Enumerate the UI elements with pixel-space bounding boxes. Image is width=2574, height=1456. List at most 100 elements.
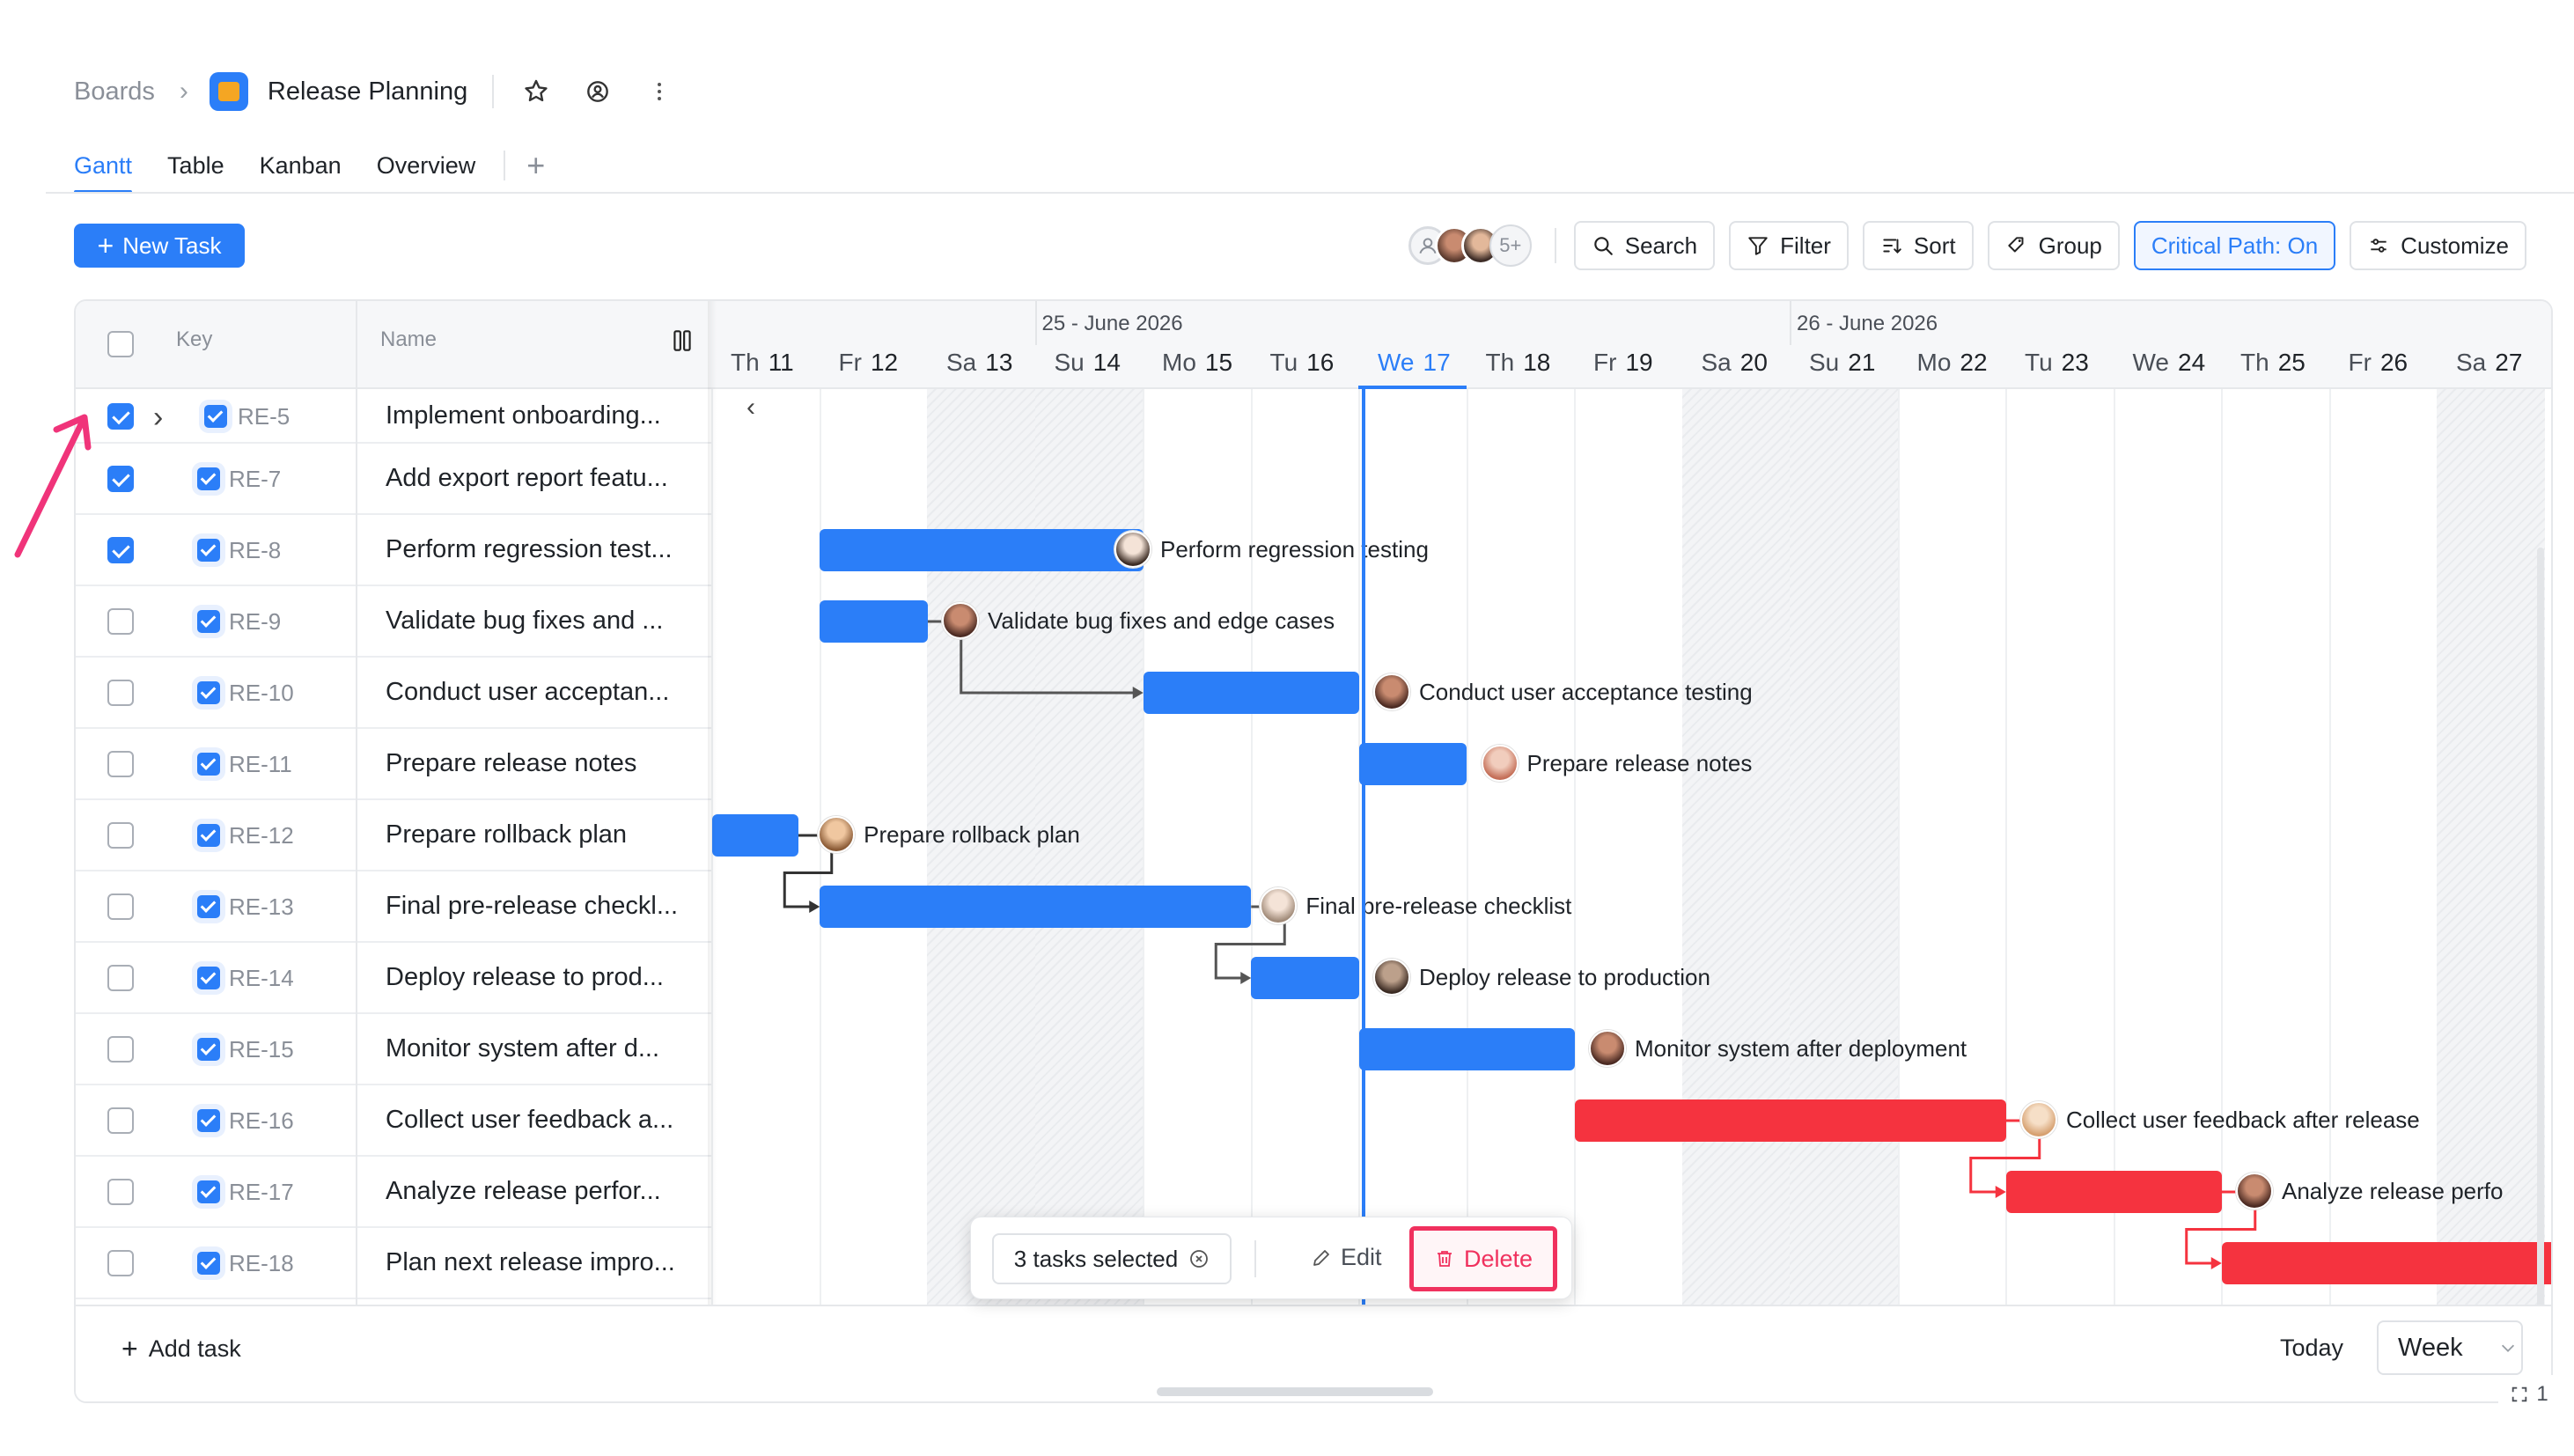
table-row[interactable]: RE-17 Analyze release perfor... bbox=[76, 1157, 711, 1228]
row-checkbox[interactable] bbox=[107, 751, 134, 777]
add-view-icon[interactable]: + bbox=[526, 150, 545, 181]
table-row[interactable]: RE-13 Final pre-release checkl... bbox=[76, 871, 711, 943]
task-key[interactable]: RE-12 bbox=[229, 822, 294, 849]
table-row[interactable]: RE-12 Prepare rollback plan bbox=[76, 800, 711, 871]
task-bar[interactable] bbox=[1574, 1099, 2006, 1142]
task-bar[interactable] bbox=[2005, 1171, 2222, 1213]
critical-path-toggle[interactable]: Critical Path: On bbox=[2133, 221, 2336, 270]
task-bar-title: Deploy release to production bbox=[1419, 963, 1710, 990]
tabs-divider bbox=[504, 151, 506, 180]
task-name[interactable]: Collect user feedback a... bbox=[386, 1106, 673, 1135]
task-name[interactable]: Prepare release notes bbox=[386, 749, 636, 778]
chevron-left-icon[interactable]: ‹ bbox=[746, 393, 755, 423]
task-bar[interactable] bbox=[820, 600, 928, 643]
task-name[interactable]: Perform regression test... bbox=[386, 535, 673, 564]
table-row[interactable]: RE-9 Validate bug fixes and ... bbox=[76, 586, 711, 658]
table-row[interactable]: › RE-5 Implement onboarding... bbox=[76, 389, 711, 444]
task-key[interactable]: RE-7 bbox=[229, 466, 281, 493]
task-name[interactable]: Deploy release to prod... bbox=[386, 963, 664, 992]
task-key[interactable]: RE-10 bbox=[229, 680, 294, 707]
task-bar[interactable] bbox=[2221, 1242, 2551, 1284]
task-name[interactable]: Plan next release impro... bbox=[386, 1248, 675, 1277]
member-avatars[interactable]: 5+ bbox=[1408, 224, 1532, 267]
row-checkbox[interactable] bbox=[107, 1179, 134, 1205]
task-name[interactable]: Final pre-release checkl... bbox=[386, 892, 678, 921]
add-task-button[interactable]: + Add task bbox=[121, 1335, 241, 1363]
watch-icon[interactable] bbox=[580, 74, 615, 109]
columns-icon[interactable] bbox=[671, 327, 694, 358]
vertical-scrollbar[interactable] bbox=[2537, 548, 2544, 1322]
task-name[interactable]: Add export report featu... bbox=[386, 464, 668, 493]
avatars-more-badge: 5+ bbox=[1489, 224, 1532, 267]
task-bar[interactable] bbox=[1358, 1028, 1575, 1070]
horizontal-scrollbar[interactable] bbox=[1157, 1387, 1433, 1396]
task-name[interactable]: Monitor system after d... bbox=[386, 1034, 659, 1063]
today-button[interactable]: Today bbox=[2280, 1335, 2343, 1362]
task-name[interactable]: Implement onboarding... bbox=[386, 401, 661, 430]
task-name[interactable]: Prepare rollback plan bbox=[386, 820, 627, 849]
task-key[interactable]: RE-8 bbox=[229, 537, 281, 564]
task-key[interactable]: RE-18 bbox=[229, 1250, 294, 1277]
zoom-indicator[interactable]: 1 bbox=[2498, 1375, 2560, 1414]
table-row[interactable]: RE-14 Deploy release to prod... bbox=[76, 943, 711, 1014]
task-key[interactable]: RE-15 bbox=[229, 1036, 294, 1063]
tab-table[interactable]: Table bbox=[167, 144, 224, 187]
task-key[interactable]: RE-17 bbox=[229, 1179, 294, 1206]
tab-gantt[interactable]: Gantt bbox=[74, 144, 133, 194]
chevron-right-icon[interactable]: › bbox=[153, 401, 163, 435]
column-header-key[interactable]: Key bbox=[176, 327, 212, 352]
selection-count-chip[interactable]: 3 tasks selected bbox=[992, 1233, 1232, 1284]
search-button[interactable]: Search bbox=[1573, 221, 1716, 270]
task-bar[interactable] bbox=[820, 886, 1252, 928]
task-bar[interactable] bbox=[820, 529, 1144, 571]
table-row[interactable]: RE-10 Conduct user acceptan... bbox=[76, 658, 711, 729]
task-key[interactable]: RE-5 bbox=[238, 403, 290, 430]
row-checkbox[interactable] bbox=[107, 608, 134, 635]
customize-button[interactable]: Customize bbox=[2350, 221, 2526, 270]
row-checkbox[interactable] bbox=[107, 1250, 134, 1276]
sort-button[interactable]: Sort bbox=[1862, 221, 1974, 270]
new-task-button[interactable]: + New Task bbox=[74, 224, 245, 268]
task-name[interactable]: Validate bug fixes and ... bbox=[386, 607, 663, 636]
select-all-checkbox[interactable] bbox=[107, 331, 134, 357]
clear-selection-icon[interactable] bbox=[1188, 1248, 1210, 1269]
task-bar[interactable] bbox=[1358, 743, 1467, 785]
table-row[interactable]: RE-8 Perform regression test... bbox=[76, 515, 711, 586]
table-row[interactable]: RE-7 Add export report featu... bbox=[76, 444, 711, 515]
task-bar[interactable] bbox=[711, 814, 798, 857]
task-key[interactable]: RE-11 bbox=[229, 751, 292, 778]
row-checkbox[interactable] bbox=[107, 965, 134, 991]
tab-kanban[interactable]: Kanban bbox=[260, 144, 342, 187]
breadcrumb-boards[interactable]: Boards bbox=[74, 77, 155, 107]
column-header-name[interactable]: Name bbox=[380, 327, 437, 352]
task-type-icon bbox=[197, 895, 220, 918]
task-bar[interactable] bbox=[1251, 957, 1359, 999]
task-key[interactable]: RE-14 bbox=[229, 965, 294, 992]
tab-overview[interactable]: Overview bbox=[377, 144, 476, 187]
task-bar[interactable] bbox=[1143, 672, 1359, 714]
row-checkbox[interactable] bbox=[107, 893, 134, 920]
zoom-value: 1 bbox=[2536, 1382, 2548, 1406]
star-icon[interactable] bbox=[518, 74, 554, 109]
task-type-icon bbox=[204, 405, 227, 428]
edit-button[interactable]: Edit bbox=[1311, 1244, 1382, 1271]
table-row[interactable]: RE-11 Prepare release notes bbox=[76, 729, 711, 800]
task-name[interactable]: Conduct user acceptan... bbox=[386, 678, 669, 707]
delete-button[interactable]: Delete bbox=[1409, 1226, 1557, 1291]
view-scale-select[interactable]: Week bbox=[2377, 1320, 2523, 1375]
row-checkbox[interactable] bbox=[107, 1107, 134, 1134]
more-vertical-icon[interactable] bbox=[642, 74, 677, 109]
task-key[interactable]: RE-16 bbox=[229, 1107, 294, 1135]
task-key[interactable]: RE-13 bbox=[229, 893, 294, 921]
task-name[interactable]: Analyze release perfor... bbox=[386, 1177, 661, 1206]
table-row[interactable]: RE-16 Collect user feedback a... bbox=[76, 1085, 711, 1157]
week-label: 26 - June 2026 bbox=[1797, 312, 1938, 335]
table-row[interactable]: RE-18 Plan next release impro... bbox=[76, 1228, 711, 1299]
filter-button[interactable]: Filter bbox=[1729, 221, 1849, 270]
row-checkbox[interactable] bbox=[107, 1036, 134, 1063]
table-row[interactable]: RE-15 Monitor system after d... bbox=[76, 1014, 711, 1085]
group-button[interactable]: Group bbox=[1987, 221, 2120, 270]
row-checkbox[interactable] bbox=[107, 822, 134, 849]
task-key[interactable]: RE-9 bbox=[229, 608, 281, 636]
row-checkbox[interactable] bbox=[107, 680, 134, 706]
